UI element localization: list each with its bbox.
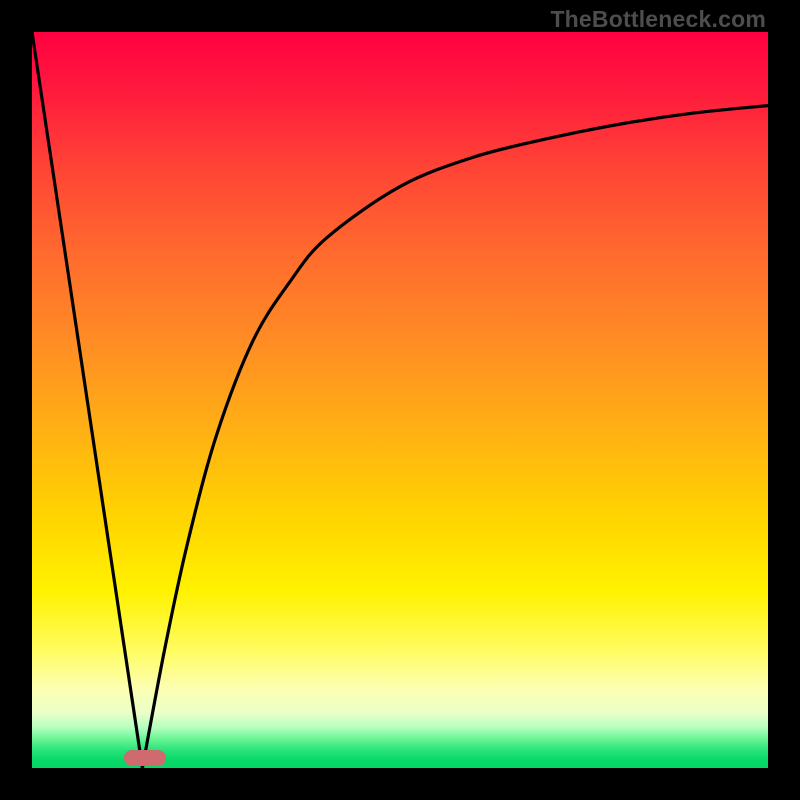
curve-right-branch (142, 106, 768, 768)
watermark-text: TheBottleneck.com (550, 6, 766, 33)
curve-left-branch (32, 32, 142, 768)
bottleneck-marker (124, 750, 166, 766)
chart-frame: TheBottleneck.com (0, 0, 800, 800)
plot-area (32, 32, 768, 768)
curve-layer (32, 32, 768, 768)
